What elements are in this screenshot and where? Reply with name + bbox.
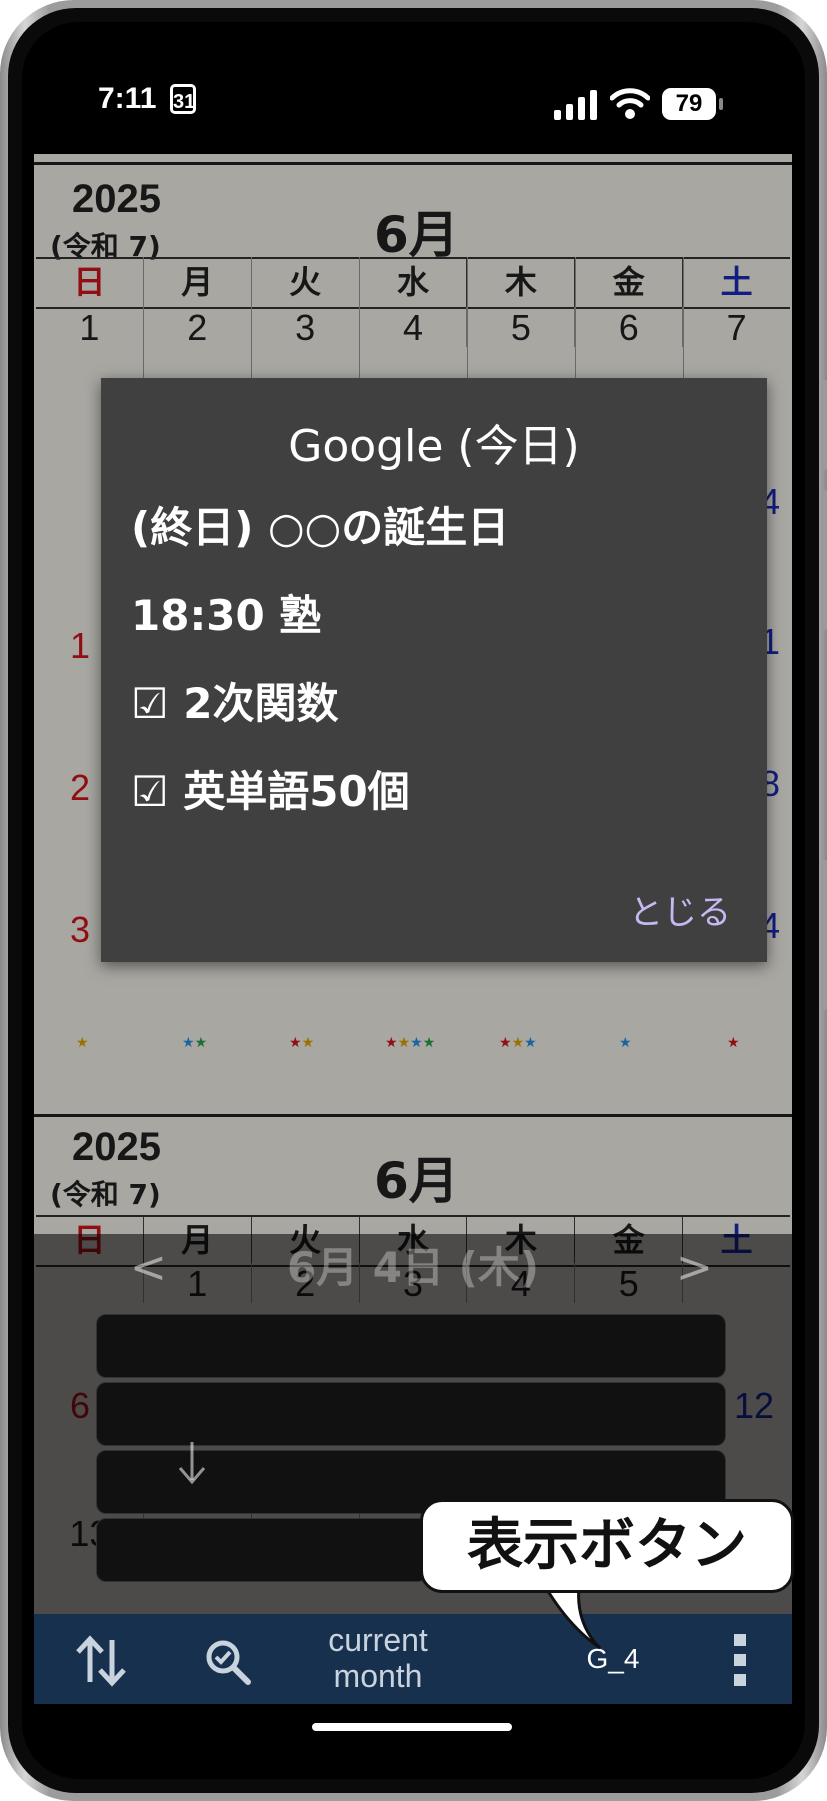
dialog-event-line: 18:30 塾 [131, 591, 322, 640]
current-month-label-2: month [333, 1658, 423, 1694]
callout-label: 表示ボタン [420, 1499, 794, 1593]
status-time: 7:11 [98, 82, 157, 115]
volume-down-button [821, 490, 827, 630]
power-button [821, 860, 827, 1010]
dialog-event-line: (終日) ○○の誕生日 [131, 503, 510, 552]
current-month-button[interactable]: current month [298, 1614, 458, 1704]
dialog-task-line: ☑ 2次関数 [131, 679, 339, 728]
dialog-title: Google (今日) [288, 421, 580, 472]
google-today-dialog: Google (今日) (終日) ○○の誕生日 18:30 塾 ☑ 2次関数 ☑… [101, 378, 767, 962]
bottom-toolbar: current month G_4 [34, 1614, 792, 1704]
volume-up-button [821, 380, 827, 470]
more-menu-icon[interactable] [730, 1632, 750, 1688]
search-icon[interactable] [204, 1638, 252, 1686]
dialog-task-line: ☑ 英単語50個 [131, 767, 410, 816]
next-day-button[interactable]: > [676, 1234, 713, 1302]
day-panel-item[interactable] [96, 1518, 428, 1582]
current-month-label-1: current [328, 1622, 428, 1658]
wifi-icon [610, 88, 650, 119]
calendar-notification-icon: 31 [170, 84, 196, 114]
close-button[interactable]: とじる [629, 885, 731, 934]
sort-arrows-icon[interactable] [74, 1634, 128, 1688]
day-panel-item[interactable] [96, 1314, 726, 1378]
home-indicator[interactable] [312, 1723, 512, 1731]
down-arrow-icon [178, 1442, 206, 1485]
day-panel-header: 6月 4日 (木) < > [34, 1234, 792, 1302]
g4-display-button[interactable]: G_4 [568, 1614, 658, 1704]
prev-day-button[interactable]: < [130, 1234, 167, 1302]
screen: 7:11 31 79 2025 (令和 7) 6月 日 月 火 水 木 金 土 … [22, 22, 805, 1779]
day-panel-item[interactable] [96, 1382, 726, 1446]
cellular-signal-icon [554, 90, 597, 120]
status-bar: 7:11 31 79 [22, 22, 805, 152]
battery-indicator: 79 [662, 88, 723, 120]
